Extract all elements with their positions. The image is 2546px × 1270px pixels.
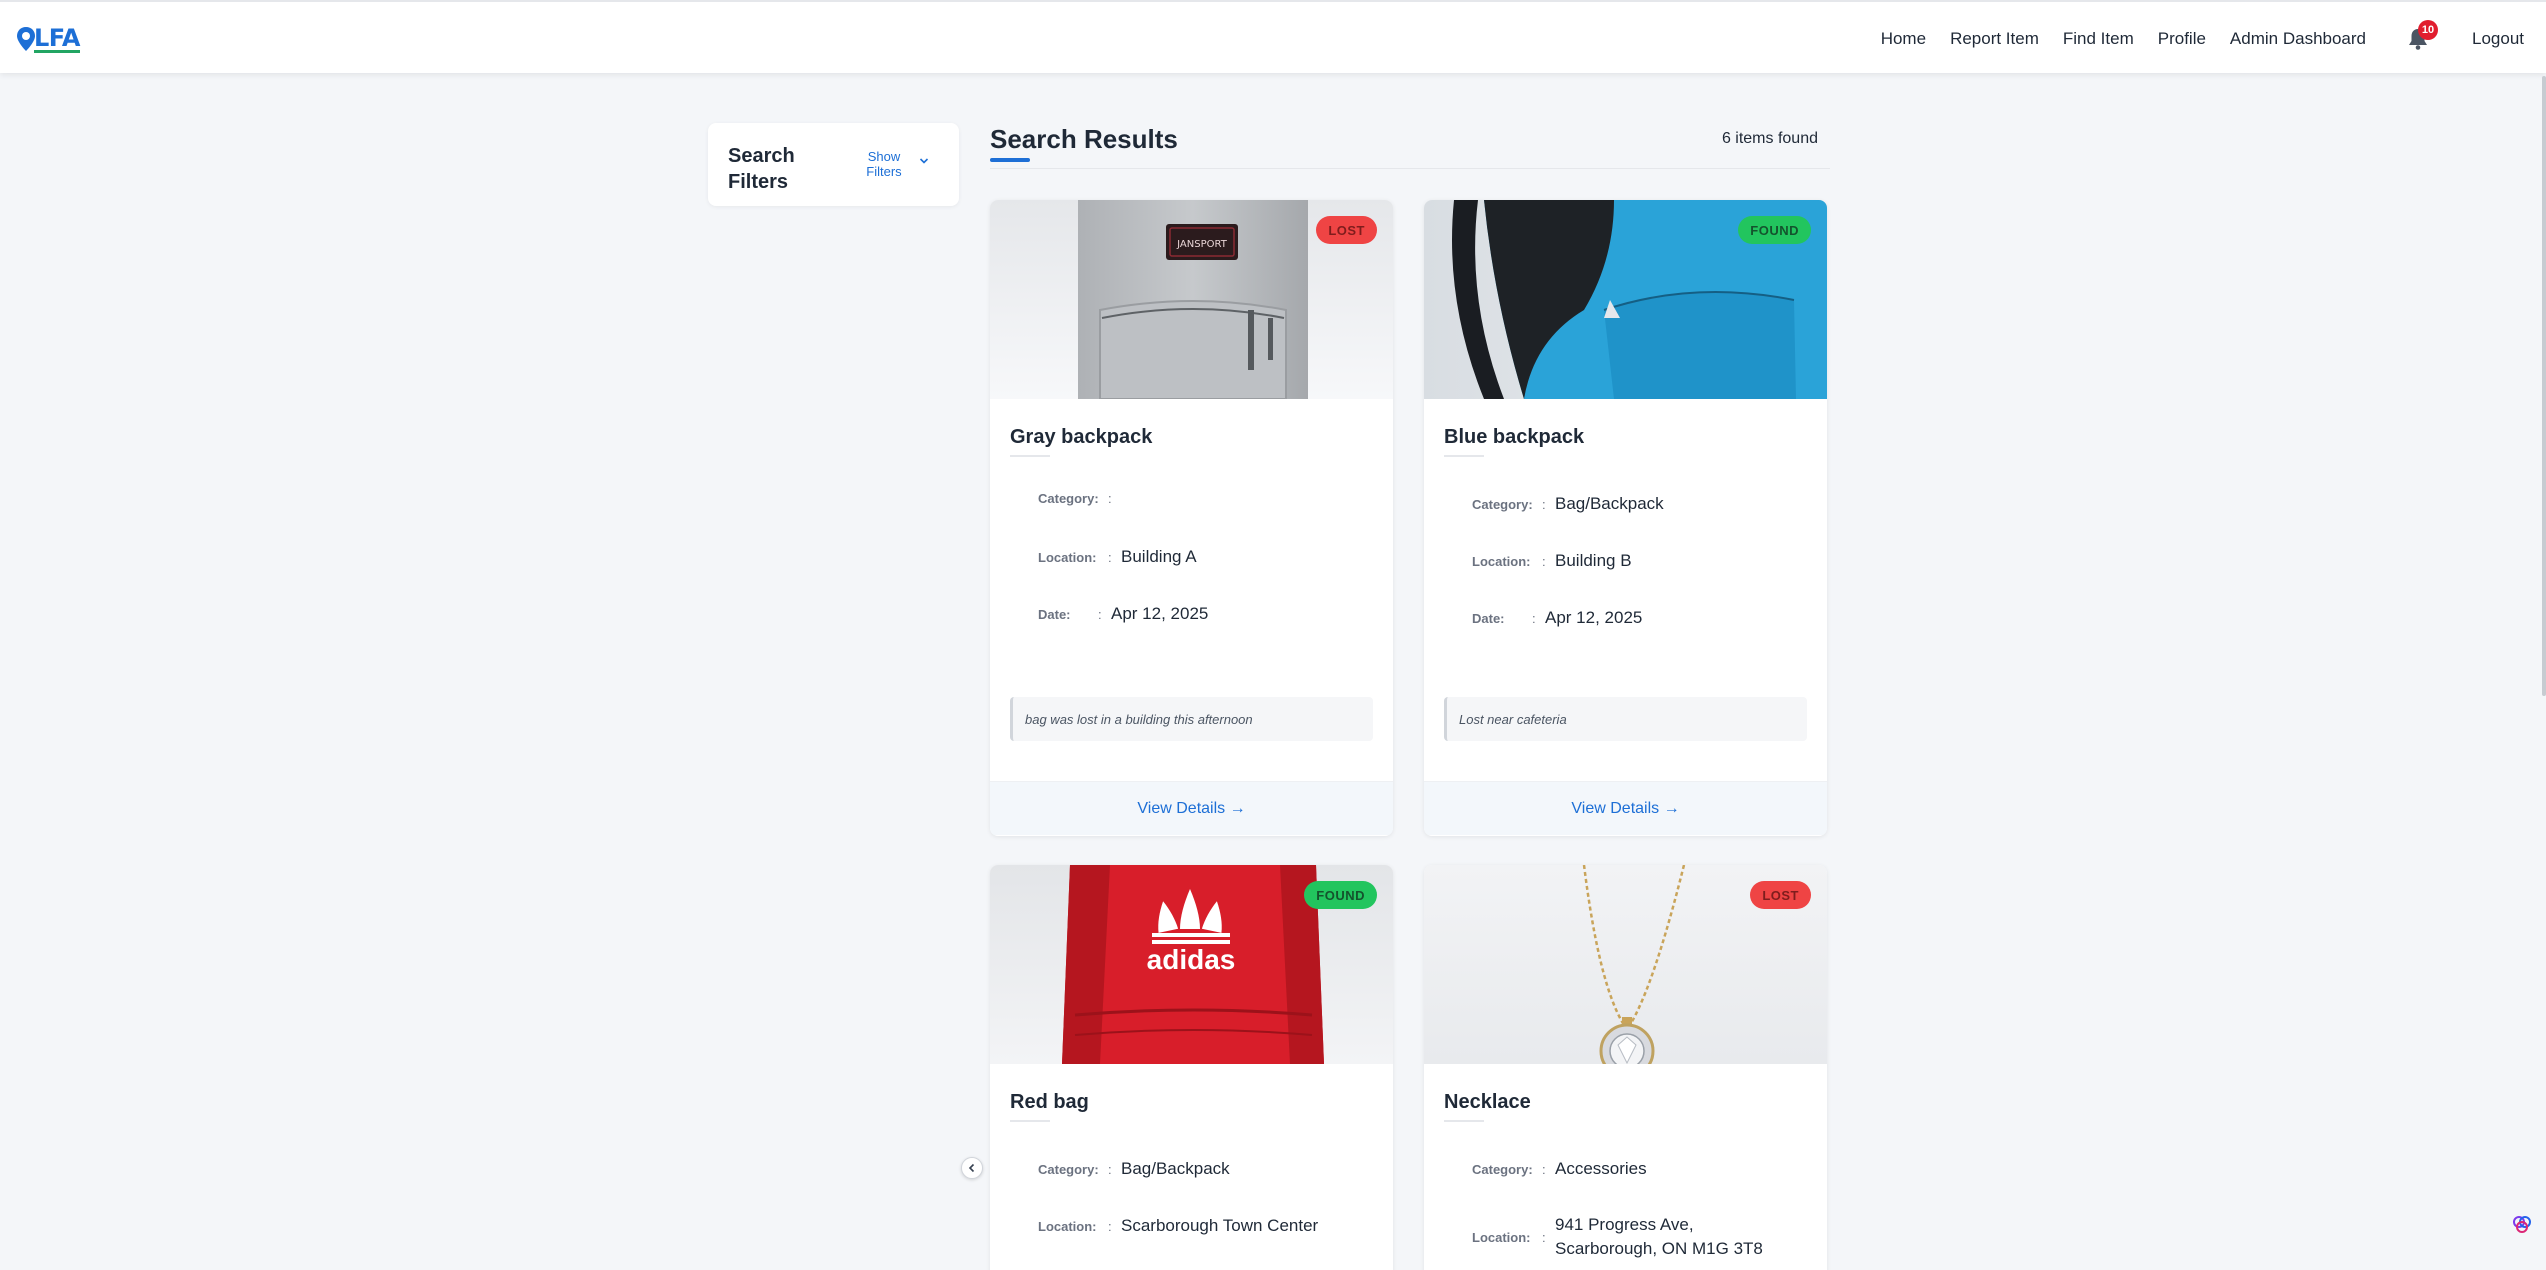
item-title[interactable]: Necklace: [1444, 1091, 1531, 1114]
item-description: Lost near cafeteria: [1444, 697, 1807, 741]
status-badge: LOST: [1316, 216, 1377, 244]
date-row: Date: : Apr 12, 2025: [1472, 606, 1642, 630]
item-title[interactable]: Gray backpack: [1010, 426, 1152, 449]
title-underline: [1010, 455, 1050, 457]
chevron-down-icon[interactable]: [919, 157, 929, 165]
title-underline: [1444, 1120, 1484, 1122]
item-image: FOUND: [1424, 200, 1827, 399]
label-separator: :: [1542, 496, 1546, 512]
date-label: Date:: [1472, 610, 1505, 626]
results-count: 6 items found: [1721, 130, 1818, 147]
status-badge: FOUND: [1738, 216, 1811, 244]
label-separator: :: [1542, 1229, 1546, 1245]
date-value: Apr 12, 2025: [1111, 604, 1209, 623]
search-filters-panel: Search Filters Show Filters: [708, 123, 959, 206]
filters-title: Search Filters: [728, 145, 795, 193]
location-value: Building B: [1555, 551, 1632, 570]
view-details-link[interactable]: View Details →: [1137, 800, 1245, 818]
category-row: Category: : Accessories: [1472, 1157, 1647, 1181]
category-row: Category: : Bag/Backpack: [1472, 492, 1664, 516]
app-logo[interactable]: LFA: [16, 23, 81, 54]
location-value: Scarborough Town Center: [1121, 1216, 1319, 1235]
show-filters-toggle[interactable]: Show Filters: [854, 149, 914, 179]
date-label: Date:: [1038, 606, 1071, 622]
logout-button[interactable]: Logout: [2472, 29, 2524, 49]
category-row: Category: : Bag/Backpack: [1038, 1157, 1230, 1181]
card-footer: View Details →: [990, 781, 1393, 835]
card-footer: View Details →: [1424, 781, 1827, 835]
label-separator: :: [1542, 553, 1546, 569]
date-row: Date: : Apr 12, 2025: [1038, 602, 1208, 626]
label-separator: :: [1108, 1161, 1112, 1177]
nav-admin-dashboard[interactable]: Admin Dashboard: [2230, 29, 2366, 49]
notifications-button[interactable]: 10: [2404, 19, 2438, 54]
results-title-underline: [990, 158, 1030, 162]
results-divider: [990, 168, 1830, 169]
label-separator: :: [1098, 606, 1102, 622]
location-row: Location: : Scarborough Town Center: [1038, 1214, 1318, 1238]
status-badge: LOST: [1750, 881, 1811, 909]
date-value: Apr 12, 2025: [1545, 608, 1643, 627]
item-title[interactable]: Red bag: [1010, 1091, 1089, 1114]
status-badge: FOUND: [1304, 881, 1377, 909]
item-image: JANSPORT LOST: [990, 200, 1393, 399]
collapse-sidebar-button[interactable]: [961, 1157, 983, 1179]
brand-logo-text: adidas: [1147, 944, 1236, 975]
item-title[interactable]: Blue backpack: [1444, 426, 1584, 449]
label-separator: :: [1108, 1218, 1112, 1234]
nav-links: Home Report Item Find Item Profile Admin…: [1857, 2, 2546, 75]
item-description: bag was lost in a building this afternoo…: [1010, 697, 1373, 741]
location-label: Location:: [1038, 1218, 1097, 1234]
item-card[interactable]: adidas FOUND Red bag Category: : Bag/Bac…: [990, 865, 1393, 1270]
brand-patch-text: JANSPORT: [1176, 239, 1228, 250]
location-row: Location: : Building B: [1472, 549, 1632, 573]
category-label: Category:: [1038, 1161, 1099, 1177]
category-value: Bag/Backpack: [1121, 1159, 1230, 1178]
top-navbar: LFA Home Report Item Find Item Profile A…: [0, 0, 2546, 73]
item-image: LOST: [1424, 865, 1827, 1064]
title-underline: [1010, 1120, 1050, 1122]
chevron-left-icon: [968, 1163, 975, 1173]
location-value: 941 Progress Ave, Scarborough, ON M1G 3T…: [1555, 1215, 1763, 1258]
category-value: Accessories: [1555, 1159, 1647, 1178]
label-separator: :: [1108, 549, 1112, 565]
location-value: Building A: [1121, 547, 1197, 566]
results-title: Search Results: [990, 124, 1178, 154]
logo-text: LFA: [34, 23, 81, 53]
label-separator: :: [1108, 491, 1112, 506]
item-image: adidas FOUND: [990, 865, 1393, 1064]
category-label: Category:: [1038, 491, 1099, 506]
view-details-link[interactable]: View Details →: [1571, 800, 1679, 818]
item-card[interactable]: JANSPORT LOST Gray backpack Category: : …: [990, 200, 1393, 836]
category-label: Category:: [1472, 496, 1533, 512]
category-row: Category: :: [1038, 491, 1121, 506]
category-label: Category:: [1472, 1161, 1533, 1177]
nav-report-item[interactable]: Report Item: [1950, 29, 2039, 49]
nav-profile[interactable]: Profile: [2158, 29, 2206, 49]
item-card[interactable]: FOUND Blue backpack Category: : Bag/Back…: [1424, 200, 1827, 836]
assistant-icon[interactable]: [2511, 1213, 2533, 1235]
label-separator: :: [1532, 610, 1536, 626]
nav-home[interactable]: Home: [1881, 29, 1926, 49]
location-label: Location:: [1472, 553, 1531, 569]
item-card[interactable]: LOST Necklace Category: : Accessories Lo…: [1424, 865, 1827, 1270]
title-underline: [1444, 455, 1484, 457]
nav-find-item[interactable]: Find Item: [2063, 29, 2134, 49]
location-label: Location:: [1472, 1229, 1531, 1245]
page-scrollbar[interactable]: [2542, 76, 2546, 696]
category-value: Bag/Backpack: [1555, 494, 1664, 513]
location-row: Location: : Building A: [1038, 545, 1197, 569]
location-row: Location: : 941 Progress Ave, Scarboroug…: [1472, 1213, 1785, 1261]
label-separator: :: [1542, 1161, 1546, 1177]
notification-count-badge: 10: [2418, 19, 2438, 40]
map-pin-icon: [17, 27, 35, 51]
location-label: Location:: [1038, 549, 1097, 565]
